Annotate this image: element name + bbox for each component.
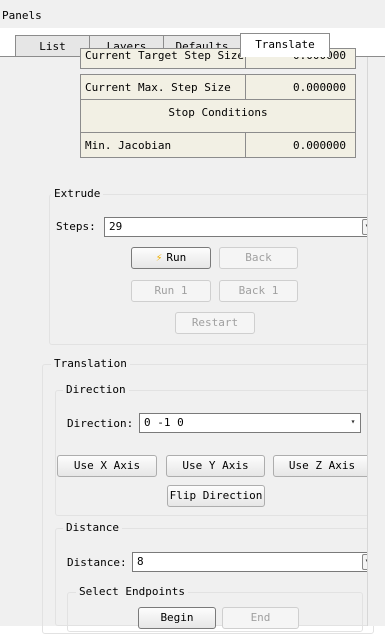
distance-label: Distance: [67, 556, 127, 569]
vertical-scrollbar[interactable] [367, 57, 385, 626]
tab-list[interactable]: List [15, 35, 90, 57]
row-label: Current Max. Step Size [85, 81, 231, 94]
endpoints-title: Select Endpoints [76, 585, 188, 599]
table-row: Min. Jacobian 0.000000 [80, 132, 356, 158]
extrude-title: Extrude [51, 187, 104, 201]
steps-label: Steps: [56, 220, 96, 233]
row-label: Current Target Step Size [85, 49, 244, 62]
lightning-icon: ⚡ [155, 251, 163, 264]
distance-title: Distance [63, 521, 122, 535]
back1-button[interactable]: Back 1 [219, 280, 298, 302]
distance-field[interactable]: 8 ▼ [132, 552, 376, 572]
steps-value: 29 [109, 220, 123, 233]
restart-button[interactable]: Restart [175, 312, 255, 334]
direction-label: Direction: [67, 417, 134, 430]
table-spacer [80, 124, 356, 132]
tab-translate[interactable]: Translate [240, 33, 330, 57]
table-row: Current Max. Step Size 0.000000 [80, 74, 356, 100]
direction-field[interactable]: 0 -1 0 ▾ [139, 413, 361, 433]
run-label: Run [166, 251, 187, 264]
direction-value: 0 -1 0 [144, 416, 184, 429]
flip-direction-button[interactable]: Flip Direction [167, 485, 265, 507]
table-section-row: Stop Conditions [80, 99, 356, 125]
run-button[interactable]: ⚡ Run [131, 247, 211, 269]
run1-button[interactable]: Run 1 [131, 280, 211, 302]
distance-value: 8 [137, 555, 144, 568]
use-y-axis-button[interactable]: Use Y Axis [166, 455, 265, 477]
use-x-axis-button[interactable]: Use X Axis [57, 455, 157, 477]
panels-titlebar [0, 0, 385, 28]
steps-field[interactable]: 29 ▼ [104, 217, 376, 237]
use-z-axis-button[interactable]: Use Z Axis [273, 455, 371, 477]
row-label: Min. Jacobian [85, 139, 172, 152]
section-label: Stop Conditions [168, 106, 268, 119]
translation-title: Translation [51, 357, 130, 371]
chevron-down-icon[interactable]: ▾ [347, 415, 359, 431]
panels-title: Panels [2, 9, 42, 22]
direction-title: Direction [63, 383, 129, 397]
row-value: 0.000000 [245, 75, 355, 99]
back-button[interactable]: Back [219, 247, 298, 269]
row-value: 0.000000 [245, 133, 355, 157]
